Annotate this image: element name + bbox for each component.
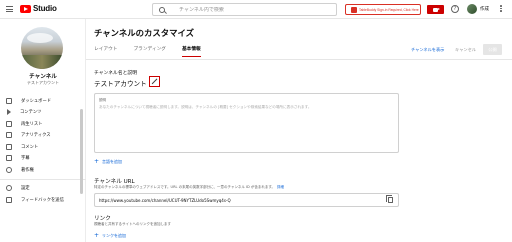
sidebar-item-label: 設定 — [21, 186, 30, 192]
account-avatar[interactable] — [467, 4, 477, 14]
studio-logo[interactable]: Studio — [20, 4, 57, 13]
copy-icon[interactable] — [386, 195, 393, 203]
sidebar-item-label: 字幕 — [21, 156, 30, 162]
channel-subtitle: テストアカウント — [27, 80, 59, 85]
copyright-icon — [6, 166, 12, 173]
main-content: チャンネルのカスタマイズ レイアウト ブランディング 基本情報 チャンネルを表示… — [86, 19, 512, 242]
sidebar-item-copyright[interactable]: 著作権 — [0, 164, 86, 176]
sidebar-divider — [0, 178, 86, 180]
extension-icon — [351, 6, 357, 13]
comment-icon — [6, 143, 12, 150]
sidebar-item-label: コンテンツ — [20, 110, 42, 116]
top-bar: Studio TableBuddy Sign-in Required, Clic… — [0, 0, 512, 19]
tab-divider — [86, 59, 512, 60]
page-title: チャンネルのカスタマイズ — [94, 28, 194, 38]
menu-icon[interactable] — [6, 6, 13, 12]
add-link-button[interactable]: + リンクを追加 — [94, 232, 126, 239]
logo-text: Studio — [33, 4, 57, 13]
sidebar-item-feedback[interactable]: フィードバックを送信 — [0, 194, 86, 206]
subtitles-icon — [6, 155, 12, 162]
sidebar-item-label: フィードバックを送信 — [21, 197, 64, 203]
sidebar-item-settings[interactable]: 設定 — [0, 183, 86, 195]
content-icon — [7, 109, 11, 116]
search-bar[interactable] — [152, 3, 337, 16]
channel-url-value: https://www.youtube.com/channel/UCUT-9NY… — [99, 197, 231, 203]
gear-icon — [6, 185, 12, 192]
sidebar: チャンネル テストアカウント ダッシュボード コンテンツ 再生リスト アナリティ… — [0, 19, 86, 242]
plus-icon: + — [94, 232, 100, 239]
youtube-logo-icon — [20, 4, 31, 13]
playlist-icon — [6, 120, 12, 127]
account-name[interactable]: 作成 — [480, 6, 489, 12]
channel-url-field[interactable]: https://www.youtube.com/channel/UCUT-9NY… — [94, 193, 399, 207]
add-link-label: リンクを追加 — [102, 232, 127, 238]
help-icon[interactable]: ? — [451, 5, 459, 13]
description-label: 説明 — [99, 98, 106, 102]
feedback-icon — [6, 196, 12, 203]
add-language-button[interactable]: + 言語を追加 — [94, 158, 122, 165]
description-field[interactable]: 説明 あなたのチャンネルについて視聴者に説明します。説明は、チャンネルの [概要… — [94, 93, 399, 153]
create-button[interactable] — [427, 5, 444, 14]
url-desc-text: 特定のチャンネルの標準のウェブアドレスです。URL の末尾の英数字部分に、一意の… — [94, 185, 275, 189]
more-icon[interactable] — [500, 5, 502, 13]
sidebar-scrollbar[interactable] — [80, 109, 83, 194]
sidebar-item-content[interactable]: コンテンツ — [0, 107, 86, 119]
create-video-icon — [433, 7, 440, 12]
analytics-icon — [6, 132, 12, 139]
extension-banner-text: TableBuddy Sign-in Required, Click Here — [359, 7, 419, 12]
sidebar-item-subtitles[interactable]: 字幕 — [0, 153, 86, 165]
sidebar-item-playlists[interactable]: 再生リスト — [0, 118, 86, 130]
links-description: 視聴者と共有するサイトへのリンクを追加します — [94, 222, 171, 226]
sidebar-item-label: 再生リスト — [21, 121, 43, 127]
sidebar-item-comments[interactable]: コメント — [0, 141, 86, 153]
sidebar-item-label: アナリティクス — [21, 133, 51, 139]
channel-title: チャンネル — [29, 74, 57, 80]
name-section-label: チャンネル名と説明 — [94, 71, 138, 76]
sidebar-nav: ダッシュボード コンテンツ 再生リスト アナリティクス コメント 字幕 著作権 — [0, 95, 86, 206]
channel-avatar[interactable] — [21, 27, 63, 69]
search-input[interactable] — [179, 6, 329, 13]
tab-basic-info[interactable]: 基本情報 — [181, 46, 201, 57]
dashboard-icon — [6, 97, 12, 104]
cancel-button[interactable]: キャンセル — [455, 47, 476, 53]
description-placeholder: あなたのチャンネルについて視聴者に説明します。説明は、チャンネルの [概要] セ… — [99, 105, 312, 109]
edit-name-button[interactable] — [149, 76, 160, 87]
sidebar-item-dashboard[interactable]: ダッシュボード — [0, 95, 86, 107]
plus-icon: + — [94, 158, 100, 165]
channel-url-description: 特定のチャンネルの標準のウェブアドレスです。URL の末尾の英数字部分に、一意の… — [94, 185, 284, 190]
channel-url-heading: チャンネル URL — [94, 179, 135, 185]
publish-button[interactable]: 公開 — [483, 44, 502, 55]
tab-layout[interactable]: レイアウト — [94, 46, 117, 57]
sidebar-item-label: コメント — [21, 144, 39, 150]
pencil-icon — [151, 78, 158, 85]
sidebar-item-label: 著作権 — [21, 167, 34, 173]
add-language-label: 言語を追加 — [102, 158, 123, 164]
extension-signin-banner[interactable]: TableBuddy Sign-in Required, Click Here — [345, 4, 421, 15]
sidebar-item-label: ダッシュボード — [21, 98, 52, 104]
channel-name: テストアカウント — [94, 80, 147, 88]
tab-branding[interactable]: ブランディング — [133, 46, 166, 57]
view-channel-link[interactable]: チャンネルを表示 — [411, 47, 444, 53]
customization-tabs: レイアウト ブランディング 基本情報 — [94, 46, 217, 57]
sidebar-item-analytics[interactable]: アナリティクス — [0, 130, 86, 142]
search-icon[interactable] — [159, 6, 165, 13]
learn-more-link[interactable]: 詳細 — [277, 185, 284, 189]
links-heading: リンク — [94, 216, 111, 222]
